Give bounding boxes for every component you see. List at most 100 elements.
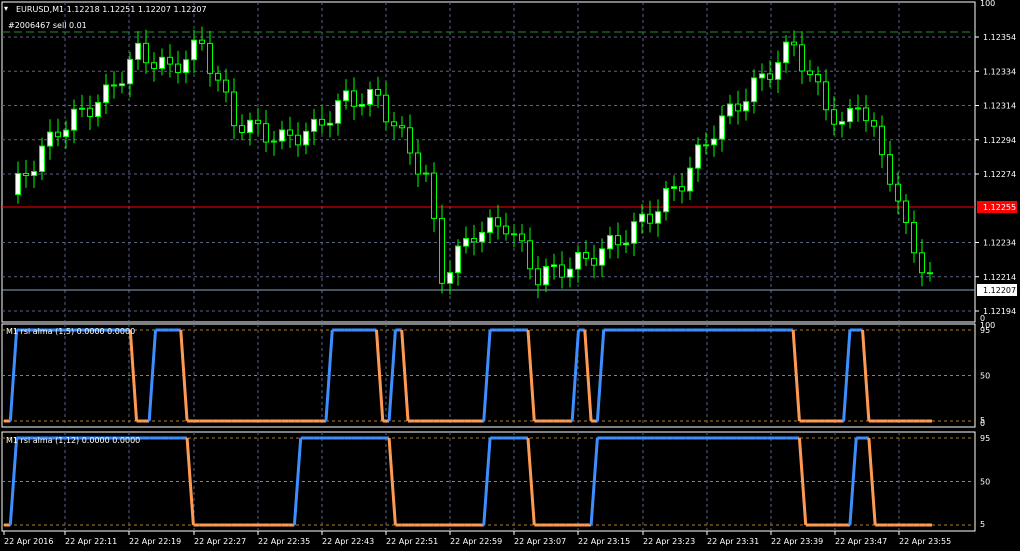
candle-bull xyxy=(855,107,861,110)
candle-bull xyxy=(575,252,581,270)
candle-bull xyxy=(447,272,453,284)
symbol-ohlc-label: EURUSD,M1 1.12218 1.12251 1.12207 1.1220… xyxy=(16,5,207,14)
candle-bull xyxy=(751,77,757,103)
candle-bear xyxy=(831,109,837,125)
candle-bear xyxy=(439,217,445,284)
candle-bear xyxy=(807,70,813,76)
candle-bear xyxy=(863,107,869,122)
candle-bull xyxy=(663,188,669,213)
candle-bear xyxy=(471,238,477,243)
candle-bear xyxy=(143,42,149,64)
candle-bear xyxy=(647,213,653,224)
candle-bear xyxy=(391,121,397,127)
time-label: 22 Apr 23:15 xyxy=(578,537,630,546)
candle-bull xyxy=(247,119,253,134)
candle-bear xyxy=(511,233,517,236)
time-label: 22 Apr 23:23 xyxy=(643,537,695,546)
candle-bull xyxy=(63,129,69,138)
candle-bear xyxy=(879,125,885,156)
candle-bull xyxy=(623,242,629,246)
rsi-segment xyxy=(526,437,536,526)
candle-bull xyxy=(567,268,573,278)
candle-bull xyxy=(759,73,765,79)
collapse-arrow-icon[interactable]: ▾ xyxy=(4,4,8,13)
rsi-segment xyxy=(526,329,536,422)
candle-bull xyxy=(671,186,677,190)
candle-bull xyxy=(631,221,637,244)
candle-bull xyxy=(719,115,725,140)
candle-bear xyxy=(895,183,901,202)
price-tick-label: 1.12194 xyxy=(983,307,1016,316)
candle-bull xyxy=(103,84,109,103)
candle-bear xyxy=(887,154,893,185)
candle-bear xyxy=(871,120,877,127)
candle-bull xyxy=(727,103,733,117)
candle-bear xyxy=(175,63,181,73)
price-tick-label: 1.12354 xyxy=(983,33,1016,42)
candle-bear xyxy=(215,72,221,81)
time-label: 22 Apr 23:39 xyxy=(771,537,823,546)
rsi-segment xyxy=(179,329,189,422)
candle-bear xyxy=(23,173,29,176)
candle-bear xyxy=(239,125,245,134)
candle-bear xyxy=(823,81,829,111)
candle-bear xyxy=(679,186,685,192)
candle-bear xyxy=(415,152,421,175)
time-label: 22 Apr 22:43 xyxy=(322,537,374,546)
candle-bear xyxy=(535,268,541,286)
candle-bull xyxy=(479,231,485,243)
rsi-level-label: 50 xyxy=(980,372,990,381)
time-label: 22 Apr 22:11 xyxy=(65,537,117,546)
candle-bear xyxy=(767,73,773,80)
candle-bull xyxy=(279,129,285,142)
candle-bear xyxy=(407,127,413,154)
candle-bull xyxy=(71,108,77,131)
candle-bear xyxy=(87,107,93,118)
candle-bear xyxy=(199,39,205,44)
candle-bear xyxy=(231,91,237,127)
time-label: 22 Apr 22:59 xyxy=(450,537,502,546)
candle-bull xyxy=(711,138,717,146)
price-tick-label: 1.12334 xyxy=(983,67,1016,76)
candle-bear xyxy=(399,125,405,129)
terminal-chart[interactable]: 1.12354 1.12334 1.12314 1.12294 1.12274 1.122… xyxy=(0,0,1020,551)
price-tick-label: 1.12314 xyxy=(983,102,1016,111)
rsi-5-lines xyxy=(2,328,975,423)
candle-bull xyxy=(343,90,349,102)
candle-bear xyxy=(799,44,805,72)
time-label: 22 Apr 2016 xyxy=(4,537,53,546)
candle-bear xyxy=(319,118,325,126)
candle-bull xyxy=(847,108,853,123)
candle-bull xyxy=(159,56,165,69)
candle-bear xyxy=(255,119,261,125)
candle-bull xyxy=(599,248,605,266)
rsi-level-label: 95 xyxy=(980,434,990,443)
candle-bear xyxy=(375,88,381,96)
candle-bear xyxy=(351,90,357,107)
rsi-segment xyxy=(400,329,410,422)
candle-bull xyxy=(487,217,493,233)
candle-bull xyxy=(79,107,85,110)
rsi-12-lines xyxy=(2,436,975,527)
candle-bull xyxy=(311,118,317,132)
candle-bear xyxy=(903,200,909,224)
candle-bull xyxy=(687,167,693,192)
time-label: 22 Apr 23:07 xyxy=(514,537,566,546)
candle-bear xyxy=(527,240,533,270)
candle-bull xyxy=(695,144,701,169)
candle-bull xyxy=(607,235,613,250)
candle-bull xyxy=(327,122,333,126)
bid-price-tag-label: 1.12207 xyxy=(983,286,1016,295)
candle-bull xyxy=(703,144,709,147)
candle-bull xyxy=(775,62,781,80)
candle-bull xyxy=(31,171,37,176)
order-label: #2006467 sell 0.01 xyxy=(8,21,87,30)
candle-bear xyxy=(495,217,501,227)
candle-bull xyxy=(191,39,197,61)
rsi-level-label: 50 xyxy=(980,478,990,487)
time-label: 22 Apr 22:27 xyxy=(194,537,246,546)
price-tick-label: 1.12234 xyxy=(983,239,1016,248)
candle-bear xyxy=(791,41,797,46)
candle-bear xyxy=(591,257,597,266)
price-tick-label: 1.12214 xyxy=(983,273,1016,282)
